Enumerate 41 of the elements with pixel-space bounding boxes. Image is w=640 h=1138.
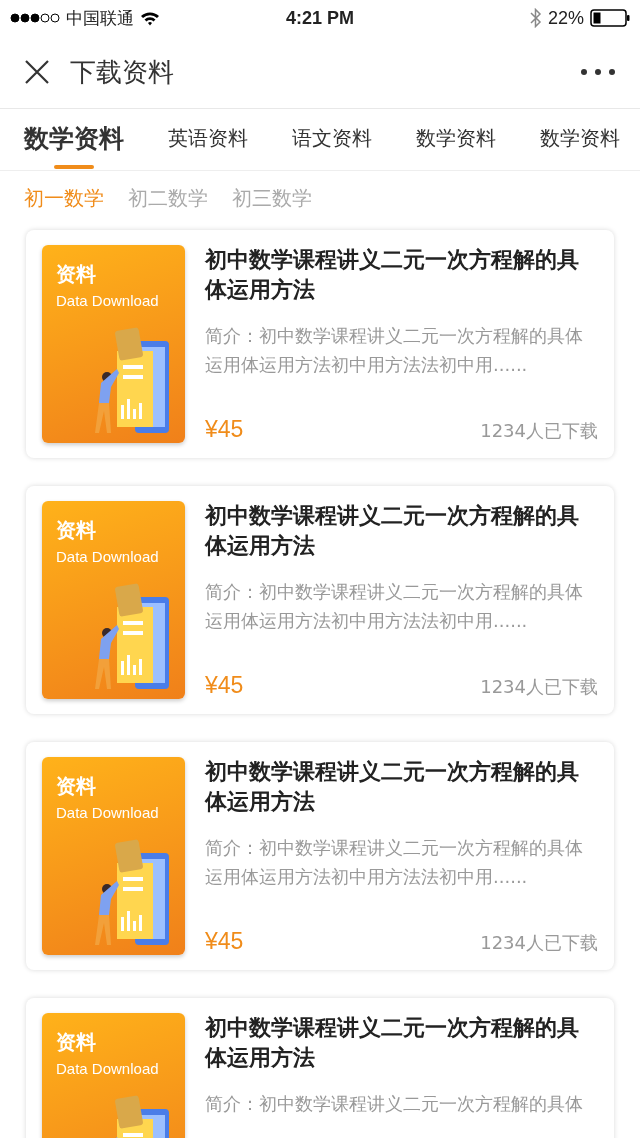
battery-percent: 22% xyxy=(547,7,584,29)
page-title: 下载资料 xyxy=(70,55,175,89)
price: ¥45 xyxy=(205,928,244,955)
more-icon[interactable] xyxy=(580,68,616,76)
subject-tab[interactable]: 数学资料 xyxy=(24,110,124,169)
cover-subtitle: Data Download xyxy=(56,1060,159,1077)
close-icon[interactable] xyxy=(24,59,50,85)
cover-title: 资料 xyxy=(56,517,96,544)
material-card[interactable]: 资料 Data Download 初中数学课程讲义二元一次方程解的具体运用方法 简介：初中数学课程讲义二元一次方程解的具体 xyxy=(26,998,614,1138)
material-summary: 简介：初中数学课程讲义二元一次方程解的具体运用体运用方法初中用方法法初中用...... xyxy=(205,580,584,633)
material-summary: 简介：初中数学课程讲义二元一次方程解的具体运用体运用方法初中用方法法初中用...... xyxy=(205,836,584,889)
subject-tab[interactable]: 语文资料 xyxy=(292,113,372,166)
download-count: 1234人已下载 xyxy=(480,675,598,699)
material-card[interactable]: 资料 Data Download 初中数学课程讲义二元一次方程解的具体运用方法 简介：初中数学课程讲义二元一次方程解的具体运用体运用方法初中用方法法初中用...... ¥45 1234人已下载 xyxy=(26,486,614,714)
subject-tab[interactable]: 数学资料 xyxy=(416,113,496,166)
cover-subtitle: Data Download xyxy=(56,292,159,309)
battery-icon xyxy=(590,9,630,27)
price: ¥45 xyxy=(205,672,244,699)
clock-time: 4:21 PM xyxy=(286,7,354,29)
material-title: 初中数学课程讲义二元一次方程解的具体运用方法 xyxy=(205,502,580,560)
download-count: 1234人已下载 xyxy=(480,931,598,955)
signal-icon xyxy=(10,13,60,23)
material-summary: 简介：初中数学课程讲义二元一次方程解的具体 xyxy=(205,1092,584,1116)
cover-title: 资料 xyxy=(56,261,96,288)
cover-subtitle: Data Download xyxy=(56,804,159,821)
cover-title: 资料 xyxy=(56,1029,96,1056)
wifi-icon xyxy=(140,10,160,26)
material-card[interactable]: 资料 Data Download 初中数学课程讲义二元一次方程解的具体运用方法 简介：初中数学课程讲义二元一次方程解的具体运用体运用方法初中用方法法初中用...... ¥45 1234人已下载 xyxy=(26,230,614,458)
download-count: 1234人已下载 xyxy=(480,419,598,443)
material-title: 初中数学课程讲义二元一次方程解的具体运用方法 xyxy=(205,1014,580,1072)
material-summary: 简介：初中数学课程讲义二元一次方程解的具体运用体运用方法初中用方法法初中用...... xyxy=(205,324,584,377)
price: ¥45 xyxy=(205,416,244,443)
material-card[interactable]: 资料 Data Download 初中数学课程讲义二元一次方程解的具体运用方法 简介：初中数学课程讲义二元一次方程解的具体运用体运用方法初中用方法法初中用...... ¥45 1234人已下载 xyxy=(26,742,614,970)
cover-title: 资料 xyxy=(56,773,96,800)
bluetooth-icon xyxy=(529,8,542,28)
subject-tab[interactable]: 英语资料 xyxy=(168,113,248,166)
cover-subtitle: Data Download xyxy=(56,548,159,565)
material-title: 初中数学课程讲义二元一次方程解的具体运用方法 xyxy=(205,246,580,304)
subject-tab[interactable]: 数学资料 xyxy=(540,113,620,166)
material-title: 初中数学课程讲义二元一次方程解的具体运用方法 xyxy=(205,758,580,816)
carrier-name: 中国联通 xyxy=(66,6,134,30)
